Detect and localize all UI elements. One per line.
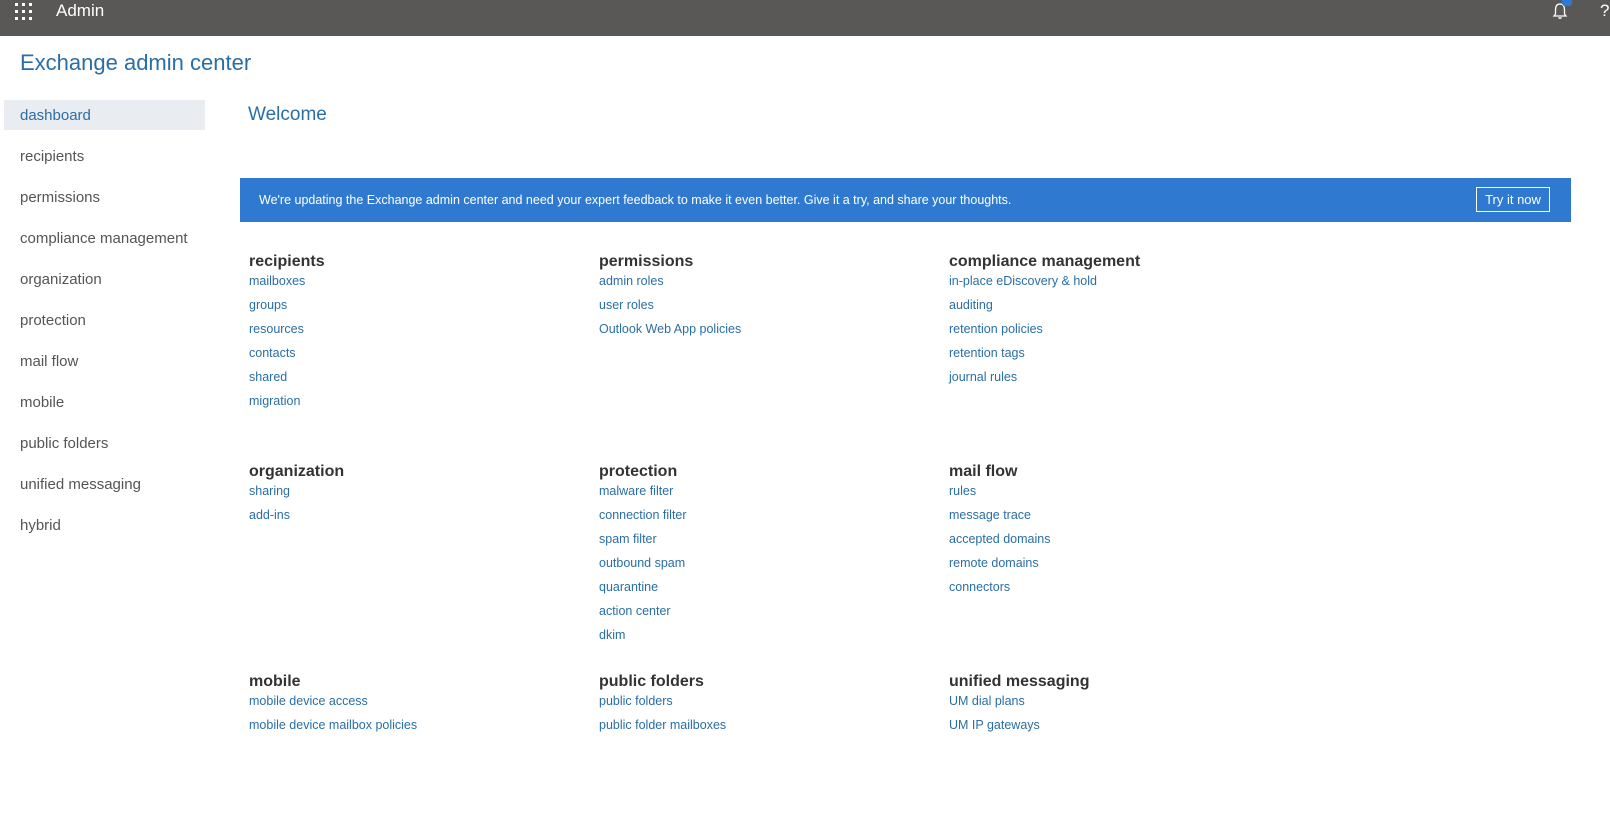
try-it-now-button[interactable]: Try it now — [1476, 187, 1550, 212]
link-rules[interactable]: rules — [949, 483, 1279, 507]
nav-item-protection[interactable]: protection — [0, 305, 205, 346]
section-mobile: mobile mobile device access mobile devic… — [249, 673, 579, 741]
section-organization: organization sharing add-ins — [249, 463, 579, 531]
section-title: recipients — [249, 253, 325, 270]
section-protection: protection malware filter connection fil… — [599, 463, 929, 651]
section-title: mail flow — [949, 463, 1018, 480]
app-name[interactable]: Admin — [56, 1, 104, 21]
nav-item-public-folders[interactable]: public folders — [0, 428, 205, 469]
link-retention-tags[interactable]: retention tags — [949, 345, 1279, 369]
app-launcher-icon[interactable] — [15, 3, 32, 20]
link-owa-policies[interactable]: Outlook Web App policies — [599, 321, 929, 345]
link-groups[interactable]: groups — [249, 297, 579, 321]
link-sharing[interactable]: sharing — [249, 483, 579, 507]
nav-item-dashboard[interactable]: dashboard — [4, 100, 205, 130]
section-title: public folders — [599, 673, 704, 690]
section-recipients: recipients mailboxes groups resources co… — [249, 253, 579, 417]
page-title: Exchange admin center — [20, 50, 252, 75]
link-public-folders[interactable]: public folders — [599, 693, 929, 717]
link-outbound-spam[interactable]: outbound spam — [599, 555, 929, 579]
link-spam-filter[interactable]: spam filter — [599, 531, 929, 555]
link-connection-filter[interactable]: connection filter — [599, 507, 929, 531]
section-title: protection — [599, 463, 678, 480]
section-title: compliance management — [949, 253, 1141, 270]
nav-item-mail-flow[interactable]: mail flow — [0, 346, 205, 387]
link-mobile-device-mailbox-policies[interactable]: mobile device mailbox policies — [249, 717, 579, 741]
top-bar: Admin ? — [0, 0, 1610, 36]
help-icon[interactable]: ? — [1600, 1, 1609, 21]
link-connectors[interactable]: connectors — [949, 579, 1279, 603]
link-auditing[interactable]: auditing — [949, 297, 1279, 321]
link-ediscovery-hold[interactable]: in-place eDiscovery & hold — [949, 273, 1279, 297]
link-add-ins[interactable]: add-ins — [249, 507, 579, 531]
link-contacts[interactable]: contacts — [249, 345, 579, 369]
link-resources[interactable]: resources — [249, 321, 579, 345]
link-remote-domains[interactable]: remote domains — [949, 555, 1279, 579]
link-action-center[interactable]: action center — [599, 603, 929, 627]
section-public-folders: public folders public folders public fol… — [599, 673, 929, 741]
link-admin-roles[interactable]: admin roles — [599, 273, 929, 297]
nav-item-organization[interactable]: organization — [0, 264, 205, 305]
link-malware-filter[interactable]: malware filter — [599, 483, 929, 507]
nav-item-mobile[interactable]: mobile — [0, 387, 205, 428]
nav-item-compliance-management[interactable]: compliance management — [0, 223, 205, 264]
nav-item-permissions[interactable]: permissions — [0, 182, 205, 223]
link-user-roles[interactable]: user roles — [599, 297, 929, 321]
nav-item-recipients[interactable]: recipients — [0, 141, 205, 182]
nav-item-unified-messaging[interactable]: unified messaging — [0, 469, 205, 510]
link-retention-policies[interactable]: retention policies — [949, 321, 1279, 345]
section-title: permissions — [599, 253, 694, 270]
section-title: organization — [249, 463, 345, 480]
link-accepted-domains[interactable]: accepted domains — [949, 531, 1279, 555]
section-compliance-management: compliance management in-place eDiscover… — [949, 253, 1279, 393]
link-mobile-device-access[interactable]: mobile device access — [249, 693, 579, 717]
section-title: unified messaging — [949, 673, 1090, 690]
link-public-folder-mailboxes[interactable]: public folder mailboxes — [599, 717, 929, 741]
link-um-dial-plans[interactable]: UM dial plans — [949, 693, 1279, 717]
link-um-ip-gateways[interactable]: UM IP gateways — [949, 717, 1279, 741]
section-permissions: permissions admin roles user roles Outlo… — [599, 253, 929, 345]
banner-text: We're updating the Exchange admin center… — [259, 193, 1012, 207]
welcome-heading: Welcome — [248, 104, 327, 125]
section-title: mobile — [249, 673, 301, 690]
link-migration[interactable]: migration — [249, 393, 579, 417]
nav-item-hybrid[interactable]: hybrid — [0, 510, 205, 551]
link-mailboxes[interactable]: mailboxes — [249, 273, 579, 297]
link-journal-rules[interactable]: journal rules — [949, 369, 1279, 393]
link-quarantine[interactable]: quarantine — [599, 579, 929, 603]
link-dkim[interactable]: dkim — [599, 627, 929, 651]
link-message-trace[interactable]: message trace — [949, 507, 1279, 531]
notification-badge — [1562, 0, 1572, 6]
link-shared[interactable]: shared — [249, 369, 579, 393]
feedback-banner: We're updating the Exchange admin center… — [240, 178, 1571, 222]
section-mail-flow: mail flow rules message trace accepted d… — [949, 463, 1279, 603]
section-unified-messaging: unified messaging UM dial plans UM IP ga… — [949, 673, 1279, 741]
left-nav: dashboard recipients permissions complia… — [0, 100, 205, 551]
